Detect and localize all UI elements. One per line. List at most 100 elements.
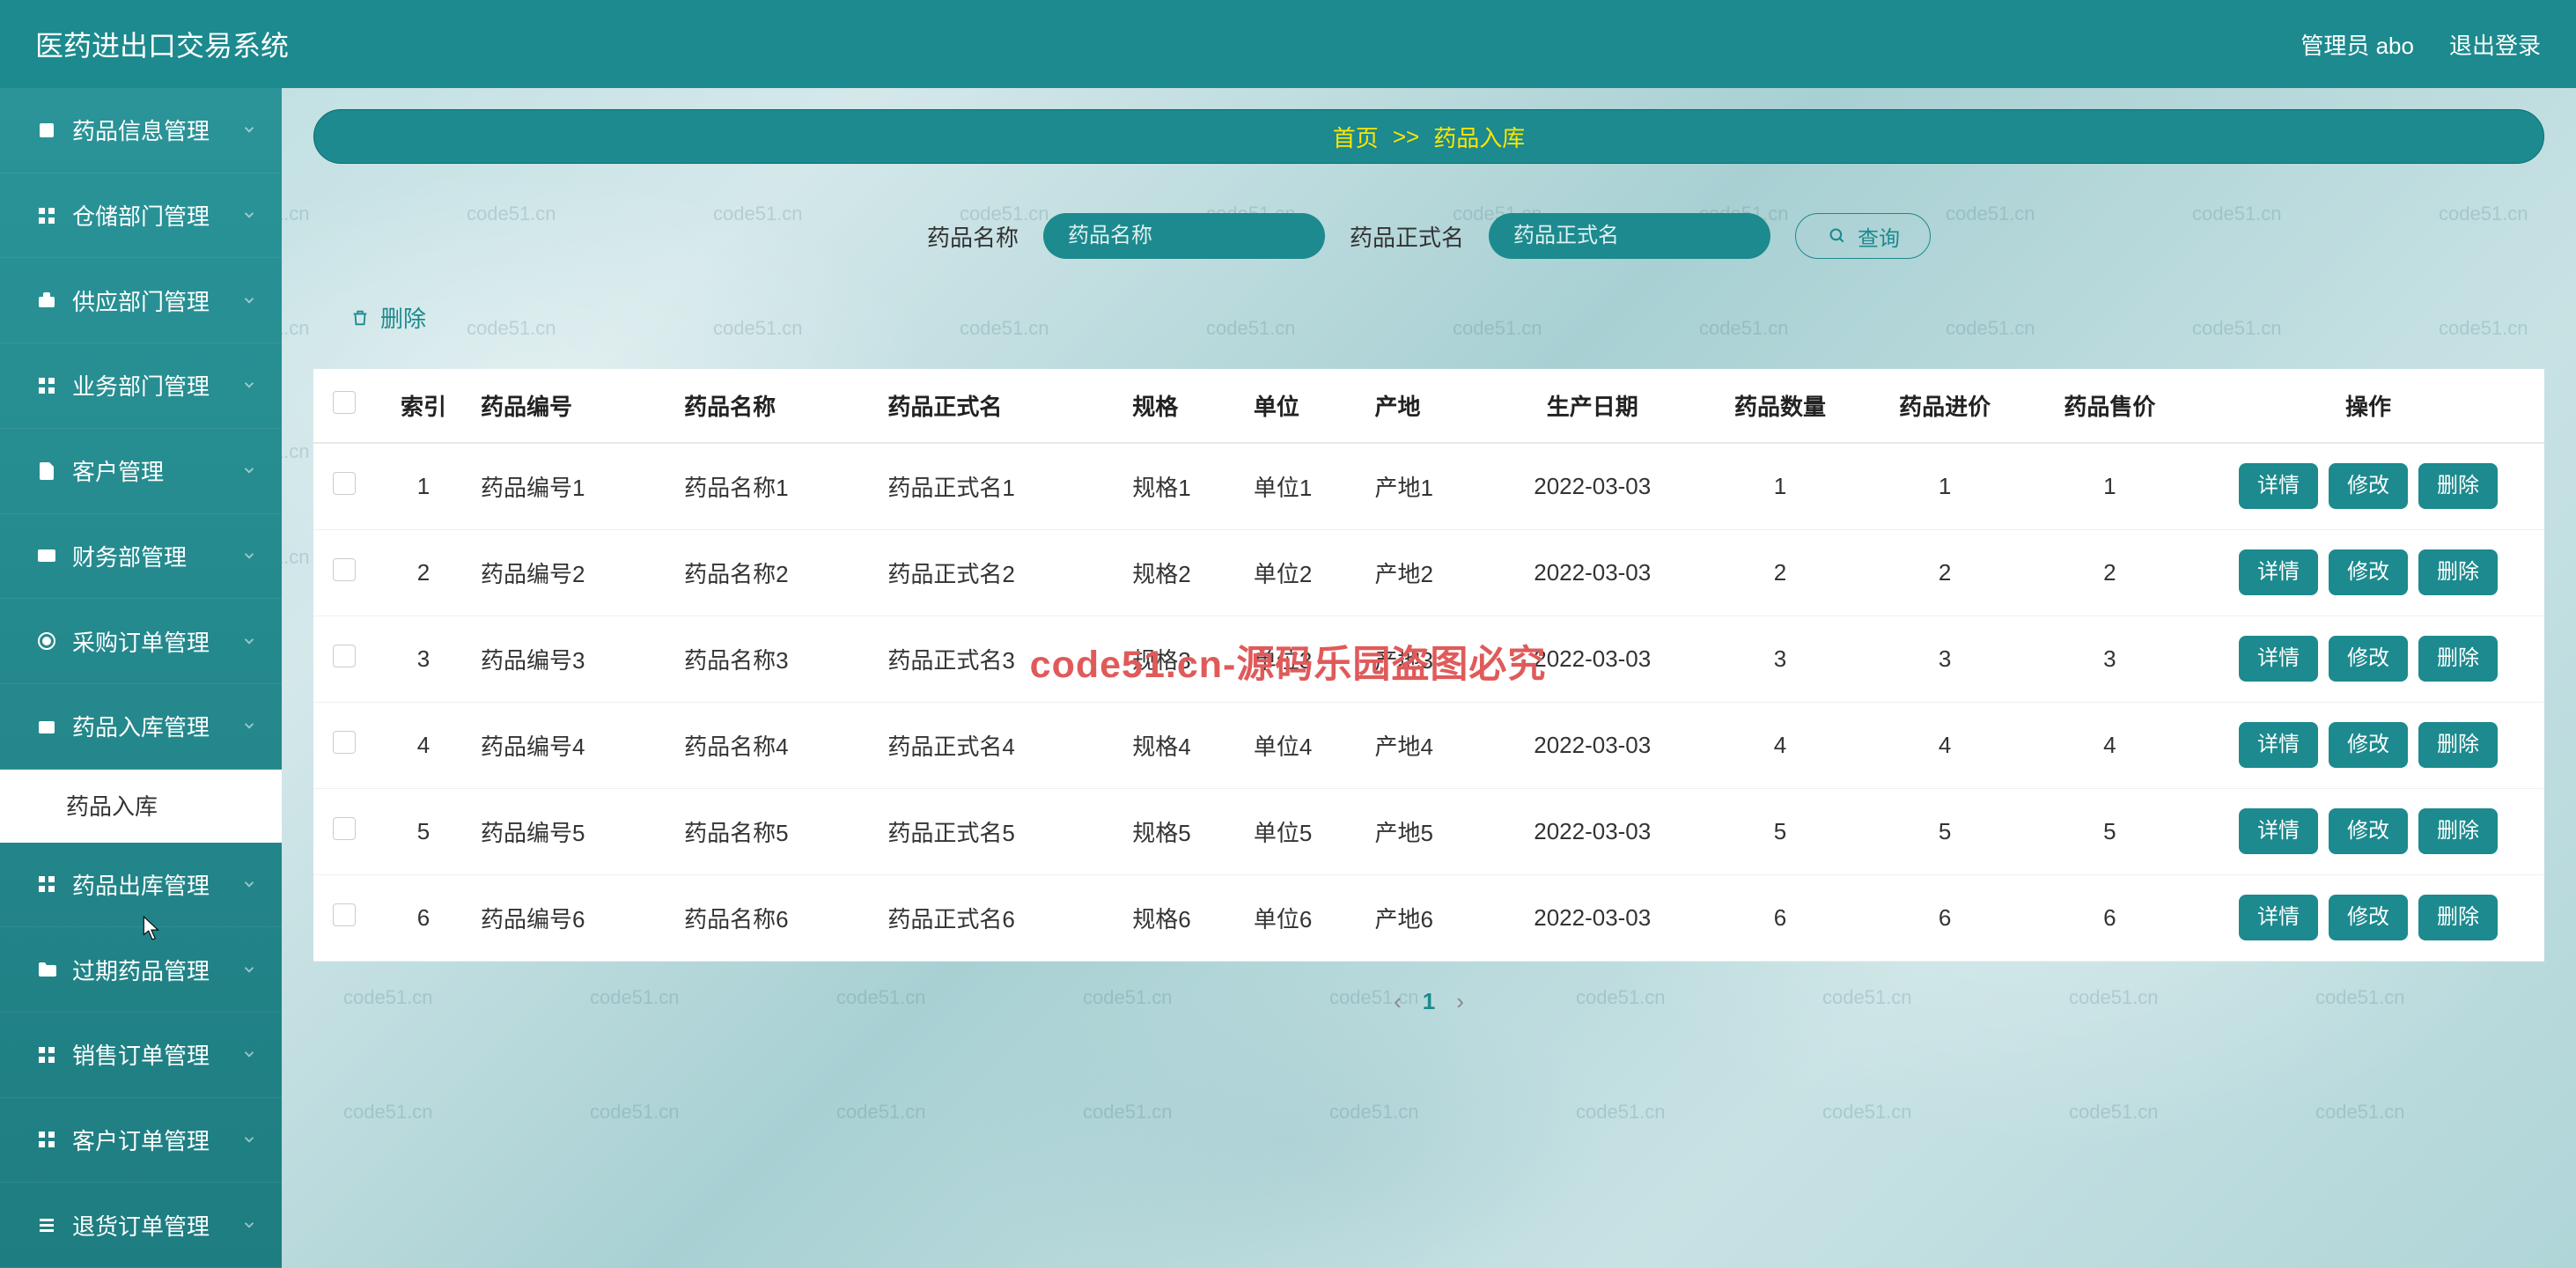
delete-button[interactable]: 删除: [2418, 722, 2498, 768]
sidebar-item-3[interactable]: 业务部门管理: [0, 343, 282, 429]
detail-button[interactable]: 详情: [2239, 895, 2318, 940]
search-formal-input[interactable]: [1489, 213, 1770, 259]
search-name-label: 药品名称: [927, 220, 1019, 253]
cell: 4: [1697, 702, 1862, 788]
cell: 详情修改删除: [2192, 443, 2544, 529]
sidebar-item-9[interactable]: 药品出库管理: [0, 843, 282, 928]
chevron-down-icon: [241, 1212, 257, 1239]
sidebar-item-10[interactable]: 过期药品管理: [0, 927, 282, 1013]
row-checkbox[interactable]: [333, 472, 356, 495]
edit-button[interactable]: 修改: [2329, 895, 2408, 940]
cell: 2022-03-03: [1487, 443, 1697, 529]
detail-button[interactable]: 详情: [2239, 808, 2318, 854]
row-checkbox[interactable]: [333, 645, 356, 667]
edit-button[interactable]: 修改: [2329, 549, 2408, 595]
cell: 2: [1863, 529, 2028, 616]
sidebar-item-6[interactable]: 采购订单管理: [0, 599, 282, 684]
cell: 详情修改删除: [2192, 702, 2544, 788]
sidebar: 药品信息管理仓储部门管理供应部门管理业务部门管理客户管理财务部管理采购订单管理药…: [0, 88, 282, 1268]
edit-button[interactable]: 修改: [2329, 463, 2408, 509]
detail-button[interactable]: 详情: [2239, 722, 2318, 768]
sidebar-item-13[interactable]: 退货订单管理: [0, 1183, 282, 1268]
cell: 药品名称6: [675, 874, 879, 961]
cell: 6: [375, 874, 472, 961]
sidebar-item-5[interactable]: 财务部管理: [0, 514, 282, 600]
cell: 药品编号3: [472, 616, 675, 702]
breadcrumb-home[interactable]: 首页: [1333, 121, 1379, 153]
main-content: 首页 >> 药品入库 药品名称 药品正式名 查询 删除: [282, 88, 2576, 1268]
cell: 4: [1863, 702, 2028, 788]
select-all-checkbox[interactable]: [333, 391, 356, 414]
grid-icon: [35, 1043, 58, 1066]
delete-button[interactable]: 删除: [2418, 549, 2498, 595]
detail-button[interactable]: 详情: [2239, 463, 2318, 509]
page-next[interactable]: ›: [1456, 988, 1464, 1015]
detail-button[interactable]: 详情: [2239, 549, 2318, 595]
row-checkbox[interactable]: [333, 731, 356, 754]
cell: [313, 788, 375, 874]
table-header-row: 索引药品编号药品名称药品正式名规格单位产地生产日期药品数量药品进价药品售价操作: [313, 369, 2544, 443]
sidebar-item-0[interactable]: 药品信息管理: [0, 88, 282, 173]
grid-icon: [35, 204, 58, 227]
col-header-10: 药品进价: [1863, 369, 2028, 443]
cell: 2: [2028, 529, 2192, 616]
cell: 产地3: [1365, 616, 1487, 702]
query-button[interactable]: 查询: [1795, 213, 1931, 259]
cell: 药品正式名6: [879, 874, 1123, 961]
sidebar-item-label: 药品信息管理: [72, 114, 210, 146]
document-icon: [35, 460, 58, 483]
page-current[interactable]: 1: [1423, 988, 1435, 1015]
trash-icon: [349, 306, 372, 329]
cell: 产地6: [1365, 874, 1487, 961]
logout-link[interactable]: 退出登录: [2449, 28, 2541, 61]
row-checkbox[interactable]: [333, 558, 356, 581]
sidebar-item-label: 仓储部门管理: [72, 199, 210, 232]
sidebar-item-1[interactable]: 仓储部门管理: [0, 173, 282, 259]
cell: 药品名称1: [675, 443, 879, 529]
cell: 规格1: [1123, 443, 1245, 529]
sidebar-item-12[interactable]: 客户订单管理: [0, 1098, 282, 1183]
row-checkbox[interactable]: [333, 903, 356, 926]
chevron-down-icon: [241, 956, 257, 984]
page-prev[interactable]: ‹: [1394, 988, 1402, 1015]
chevron-down-icon: [241, 202, 257, 229]
cell: 2022-03-03: [1487, 616, 1697, 702]
edit-button[interactable]: 修改: [2329, 808, 2408, 854]
cell: 药品正式名2: [879, 529, 1123, 616]
cell: 药品名称5: [675, 788, 879, 874]
delete-button[interactable]: 删除: [2418, 895, 2498, 940]
table-row: 6药品编号6药品名称6药品正式名6规格6单位6产地62022-03-03666详…: [313, 874, 2544, 961]
briefcase-icon: [35, 289, 58, 312]
cell: [313, 874, 375, 961]
chevron-down-icon: [241, 712, 257, 740]
cell: 规格4: [1123, 702, 1245, 788]
sidebar-item-4[interactable]: 客户管理: [0, 429, 282, 514]
cell: 2022-03-03: [1487, 529, 1697, 616]
sidebar-item-2[interactable]: 供应部门管理: [0, 258, 282, 343]
cell: 药品编号4: [472, 702, 675, 788]
sidebar-item-8[interactable]: 药品入库: [0, 770, 282, 843]
row-checkbox[interactable]: [333, 817, 356, 840]
edit-button[interactable]: 修改: [2329, 636, 2408, 682]
delete-button[interactable]: 删除: [2418, 463, 2498, 509]
chevron-down-icon: [241, 457, 257, 484]
detail-button[interactable]: 详情: [2239, 636, 2318, 682]
cell: 5: [1863, 788, 2028, 874]
col-header-4: 药品正式名: [879, 369, 1123, 443]
cell: [313, 529, 375, 616]
bulk-delete-button[interactable]: 删除: [349, 301, 426, 334]
delete-button[interactable]: 删除: [2418, 636, 2498, 682]
cell: 详情修改删除: [2192, 788, 2544, 874]
col-header-8: 生产日期: [1487, 369, 1697, 443]
sidebar-item-11[interactable]: 销售订单管理: [0, 1013, 282, 1098]
cell: 规格6: [1123, 874, 1245, 961]
search-name-input[interactable]: [1043, 213, 1325, 259]
pagination: ‹ 1 ›: [313, 962, 2544, 1042]
sidebar-item-7[interactable]: 药品入库管理: [0, 684, 282, 770]
chevron-down-icon: [241, 372, 257, 399]
cell: 2: [375, 529, 472, 616]
cell: 1: [1697, 443, 1862, 529]
delete-button[interactable]: 删除: [2418, 808, 2498, 854]
edit-button[interactable]: 修改: [2329, 722, 2408, 768]
user-label[interactable]: 管理员 abo: [2300, 28, 2414, 61]
